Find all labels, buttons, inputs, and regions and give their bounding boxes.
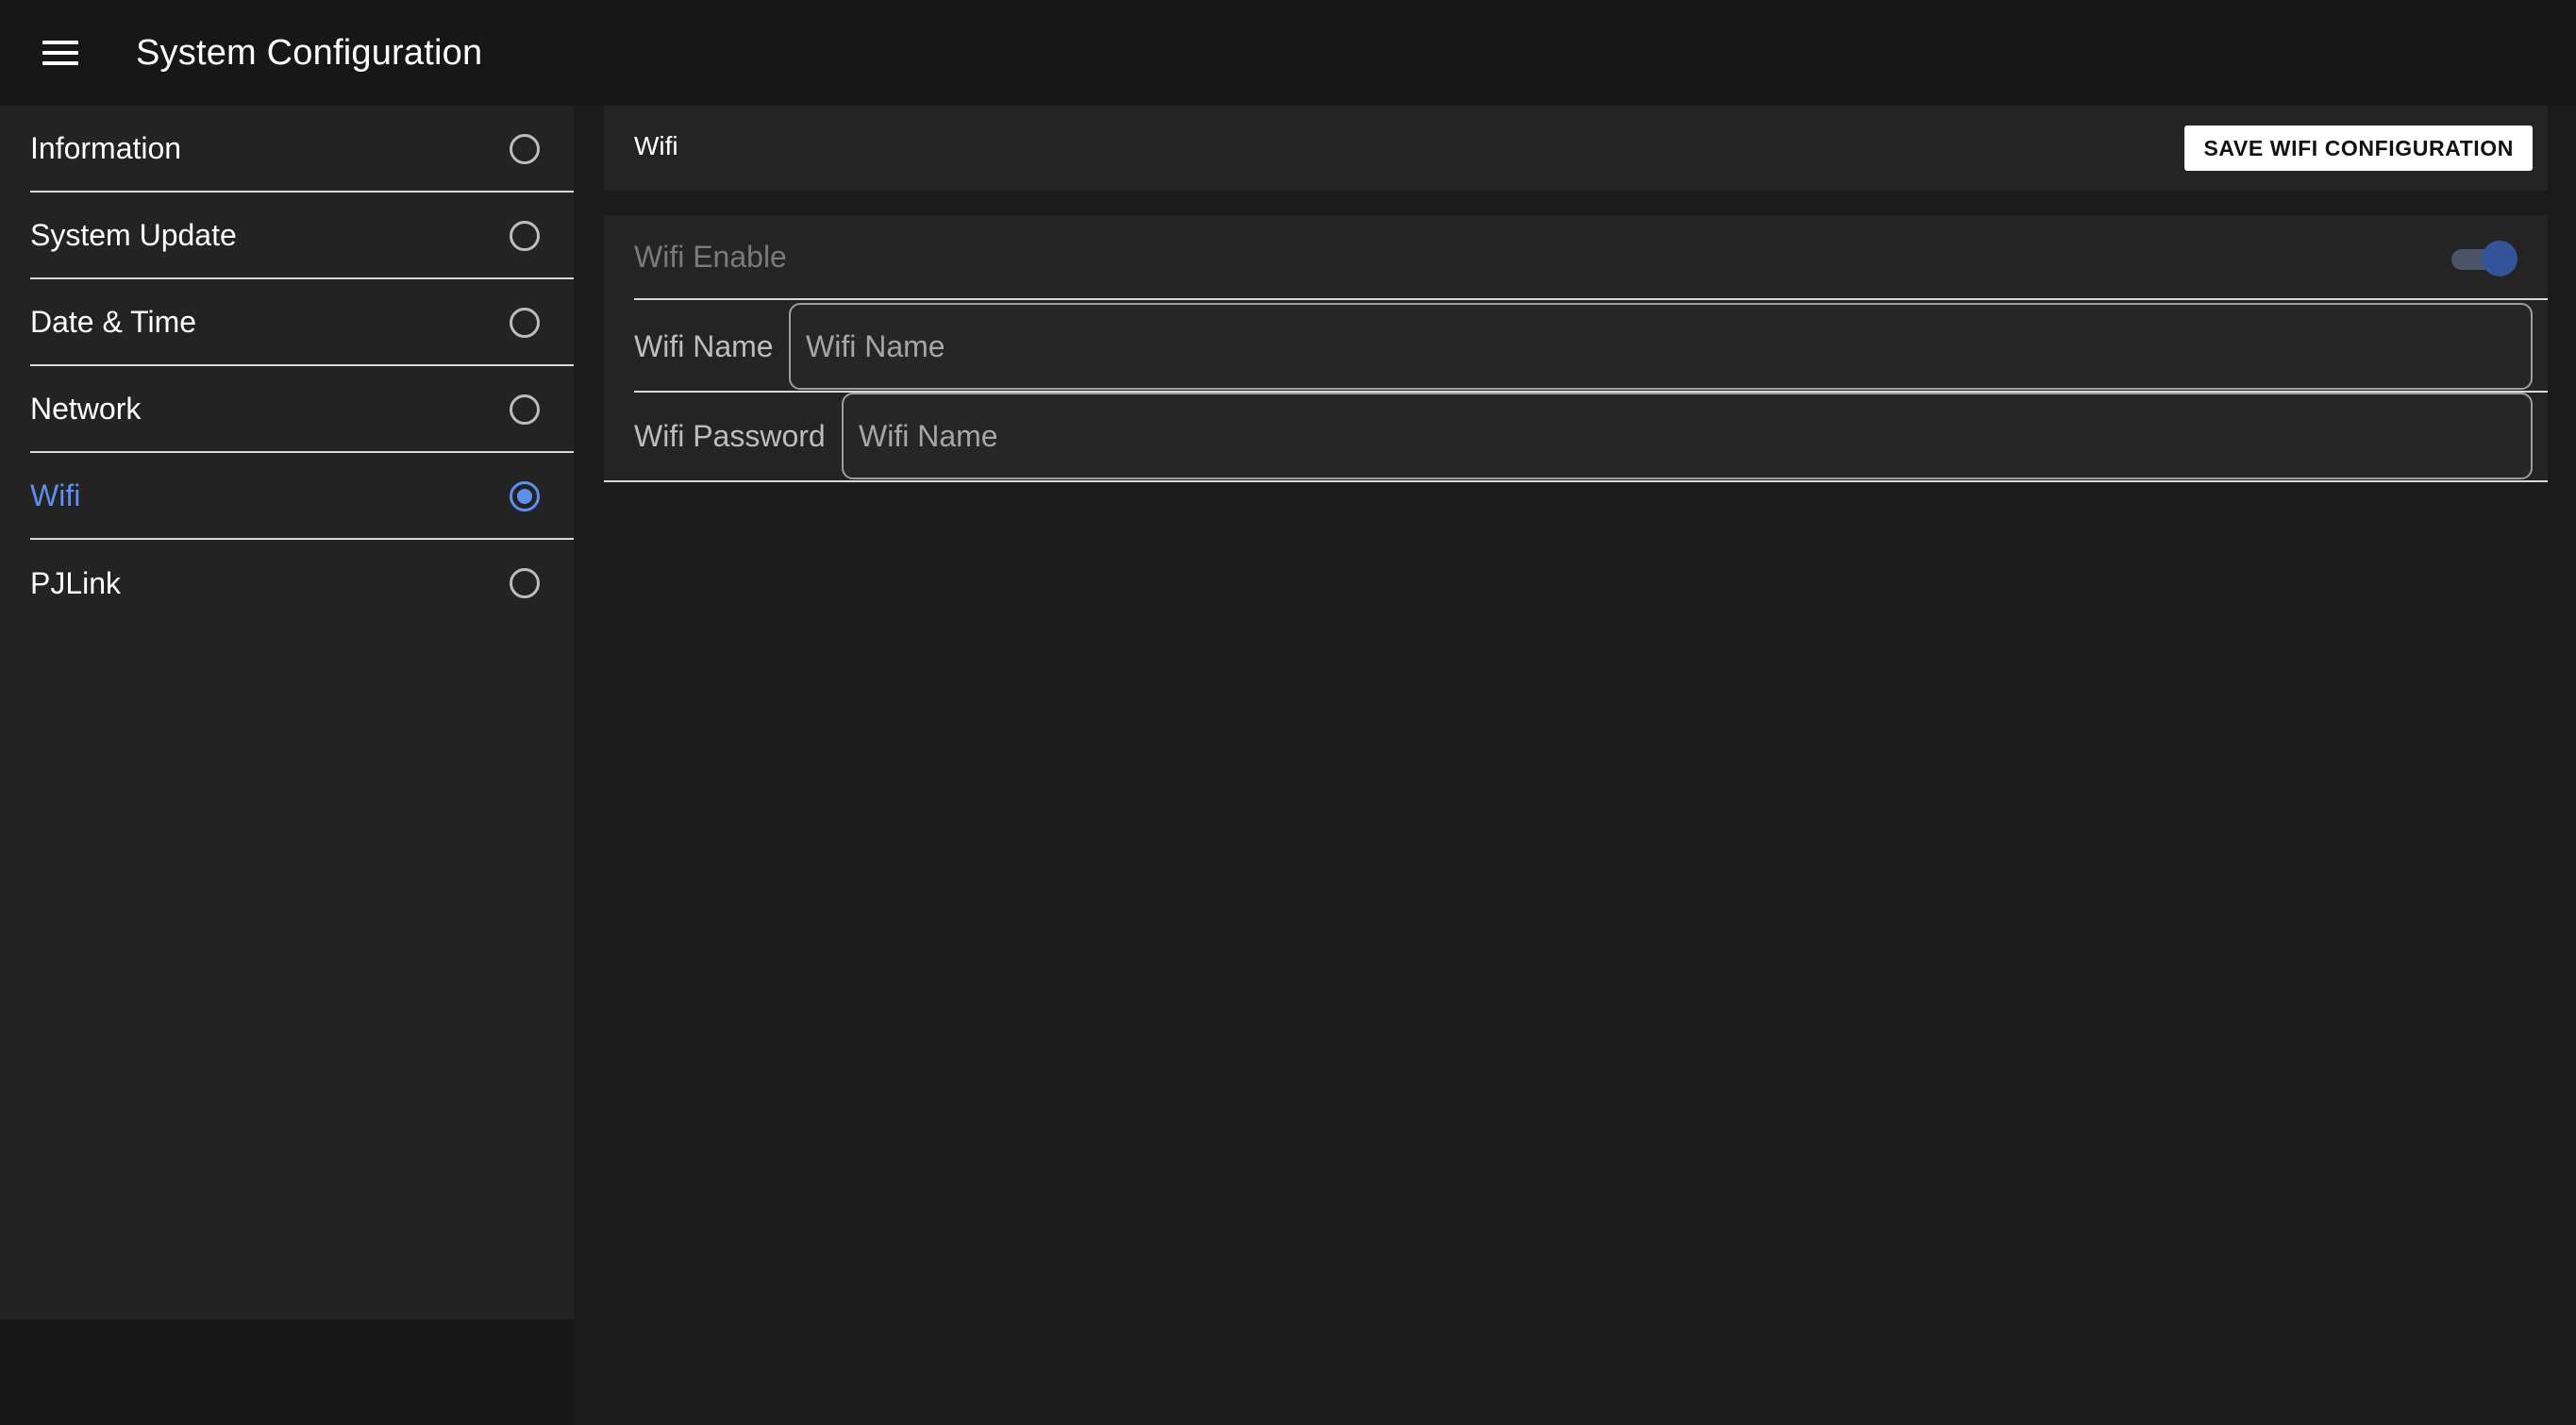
- radio-unchecked-icon[interactable]: [510, 134, 540, 164]
- radio-unchecked-icon[interactable]: [510, 308, 540, 338]
- toggle-thumb: [2482, 241, 2517, 277]
- sidebar-item-wifi[interactable]: Wifi: [30, 453, 574, 540]
- sidebar-item-date-time[interactable]: Date & Time: [30, 279, 574, 366]
- app-bar: System Configuration: [0, 0, 2576, 106]
- radio-unchecked-icon[interactable]: [510, 394, 540, 425]
- wifi-name-row: Wifi Name: [634, 302, 2548, 393]
- sidebar-item-label: Information: [30, 130, 182, 165]
- sidebar-nav: Information System Update Date & Time Ne…: [0, 106, 574, 1319]
- menu-icon-bar: [42, 61, 78, 65]
- sidebar-item-information[interactable]: Information: [30, 106, 574, 193]
- sidebar-item-network[interactable]: Network: [30, 366, 574, 453]
- sidebar-item-label: Wifi: [30, 478, 81, 512]
- wifi-enable-row: Wifi Enable: [634, 215, 2548, 300]
- wifi-name-label: Wifi Name: [634, 328, 774, 363]
- wifi-form: Wifi Enable Wifi Name Wifi Password: [604, 215, 2548, 482]
- radio-checked-icon[interactable]: [510, 481, 540, 511]
- wifi-enable-label: Wifi Enable: [634, 239, 787, 274]
- radio-unchecked-icon[interactable]: [510, 568, 540, 598]
- hamburger-menu-icon[interactable]: [28, 26, 92, 79]
- sidebar-item-label: Network: [30, 391, 142, 426]
- wifi-password-row: Wifi Password: [634, 393, 2548, 480]
- radio-unchecked-icon[interactable]: [510, 221, 540, 251]
- page-title: System Configuration: [136, 33, 483, 73]
- wifi-password-label: Wifi Password: [634, 419, 826, 453]
- menu-icon-bar: [42, 41, 78, 44]
- sidebar-item-system-update[interactable]: System Update: [30, 193, 574, 279]
- wifi-name-input[interactable]: [789, 303, 2533, 390]
- sidebar-item-label: PJLink: [30, 565, 122, 600]
- sidebar-item-label: System Update: [30, 217, 237, 252]
- section-header: Wifi SAVE WIFI CONFIGURATION: [604, 106, 2548, 191]
- wifi-enable-toggle[interactable]: [2450, 240, 2517, 277]
- save-wifi-configuration-button[interactable]: SAVE WIFI CONFIGURATION: [2184, 126, 2533, 171]
- wifi-password-input[interactable]: [842, 393, 2533, 479]
- sidebar-item-pjlink[interactable]: PJLink: [30, 540, 574, 627]
- section-title: Wifi: [634, 131, 678, 160]
- menu-icon-bar: [42, 51, 78, 55]
- sidebar-item-label: Date & Time: [30, 304, 197, 339]
